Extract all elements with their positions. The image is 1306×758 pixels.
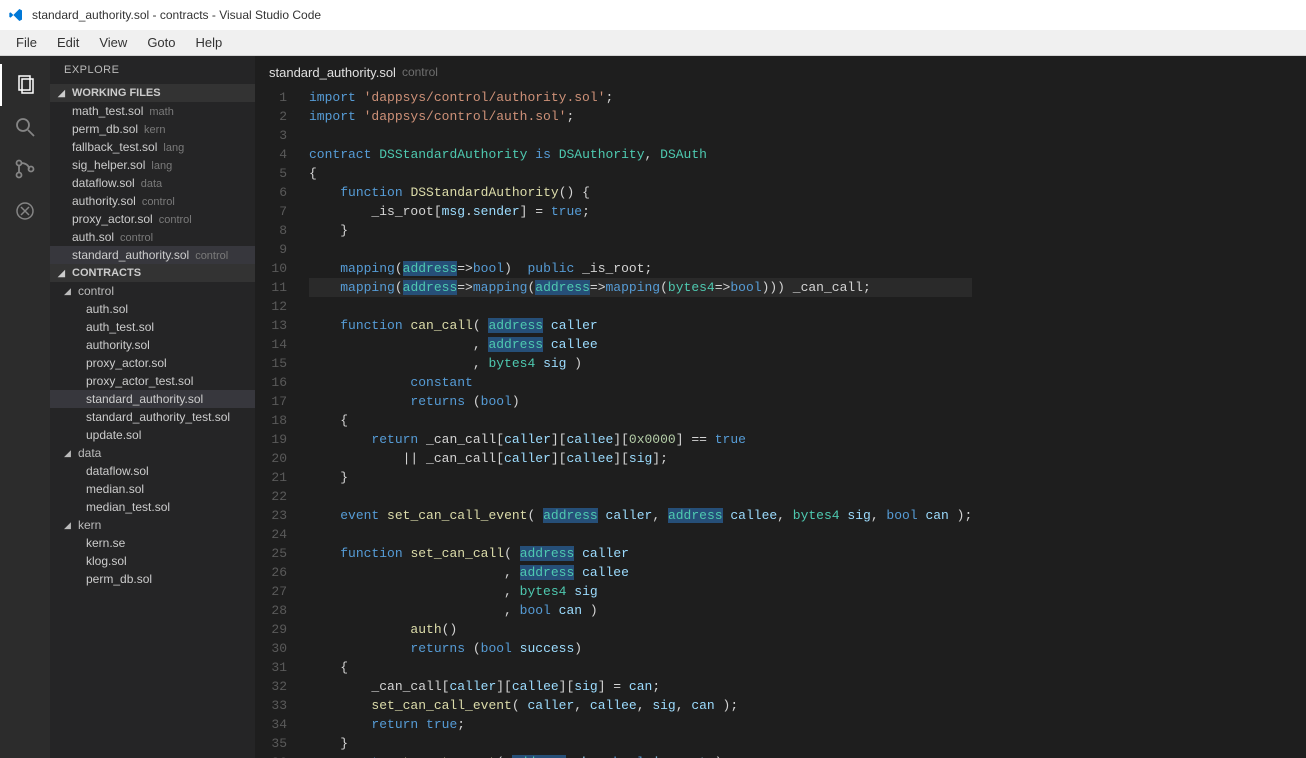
working-files-label: WORKING FILES — [72, 87, 161, 99]
file-name: kern.se — [86, 536, 125, 550]
code-content[interactable]: import 'dappsys/control/authority.sol';i… — [299, 88, 982, 758]
file-folder: control — [195, 250, 228, 262]
tree-file[interactable]: standard_authority_test.sol — [50, 408, 255, 426]
breadcrumb-folder: control — [402, 65, 438, 79]
menu-view[interactable]: View — [89, 33, 137, 52]
activity-git-icon[interactable] — [0, 148, 50, 190]
tree-file[interactable]: auth.sol — [50, 300, 255, 318]
tree-file[interactable]: median_test.sol — [50, 498, 255, 516]
activity-search-icon[interactable] — [0, 106, 50, 148]
working-file[interactable]: math_test.sol math — [50, 102, 255, 120]
file-name: perm_db.sol — [72, 122, 138, 136]
contracts-label: CONTRACTS — [72, 267, 141, 279]
chevron-down-icon: ◢ — [64, 520, 74, 531]
menu-goto[interactable]: Goto — [137, 33, 185, 52]
tree-file[interactable]: kern.se — [50, 534, 255, 552]
folder-name: data — [78, 446, 101, 460]
file-name: standard_authority_test.sol — [86, 410, 230, 424]
file-name: proxy_actor_test.sol — [86, 374, 193, 388]
working-file[interactable]: perm_db.sol kern — [50, 120, 255, 138]
tree-file[interactable]: median.sol — [50, 480, 255, 498]
vscode-icon — [8, 7, 24, 23]
tree-file[interactable]: proxy_actor.sol — [50, 354, 255, 372]
working-files-list: math_test.sol math perm_db.sol kern fallback… — [50, 102, 255, 264]
file-name: authority.sol — [72, 194, 136, 208]
file-folder: control — [159, 214, 192, 226]
window-title: standard_authority.sol - contracts - Vis… — [32, 8, 321, 22]
working-files-header[interactable]: ◢ WORKING FILES — [50, 84, 255, 102]
file-name: klog.sol — [86, 554, 127, 568]
breadcrumb-file: standard_authority.sol — [269, 65, 396, 80]
contracts-tree: ◢ control auth.sol auth_test.sol authority.s… — [50, 282, 255, 588]
working-file[interactable]: sig_helper.sol lang — [50, 156, 255, 174]
file-folder: data — [141, 178, 162, 190]
file-name: perm_db.sol — [86, 572, 152, 586]
file-name: authority.sol — [86, 338, 150, 352]
file-name: proxy_actor.sol — [72, 212, 153, 226]
working-file[interactable]: fallback_test.sol lang — [50, 138, 255, 156]
file-folder: lang — [151, 160, 172, 172]
sidebar-panel-title: EXPLORE — [50, 56, 255, 84]
activity-bar — [0, 56, 50, 758]
file-name: standard_authority.sol — [72, 248, 189, 262]
file-folder: control — [120, 232, 153, 244]
chevron-down-icon: ◢ — [58, 88, 68, 99]
code-editor[interactable]: 1234567891011121314151617181920212223242… — [255, 88, 1306, 758]
line-gutter: 1234567891011121314151617181920212223242… — [255, 88, 299, 758]
file-name: median_test.sol — [86, 500, 170, 514]
working-file[interactable]: authority.sol control — [50, 192, 255, 210]
file-folder: lang — [163, 142, 184, 154]
menu-bar: FileEditViewGotoHelp — [0, 30, 1306, 56]
chevron-down-icon: ◢ — [64, 448, 74, 459]
working-file[interactable]: standard_authority.sol control — [50, 246, 255, 264]
file-name: proxy_actor.sol — [86, 356, 167, 370]
sidebar: EXPLORE ◢ WORKING FILES math_test.solmat… — [50, 56, 255, 758]
file-name: auth_test.sol — [86, 320, 154, 334]
tree-file[interactable]: standard_authority.sol — [50, 390, 255, 408]
file-name: fallback_test.sol — [72, 140, 157, 154]
working-file[interactable]: proxy_actor.sol control — [50, 210, 255, 228]
folder-item[interactable]: ◢ data — [50, 444, 255, 462]
tree-file[interactable]: auth_test.sol — [50, 318, 255, 336]
file-name: update.sol — [86, 428, 141, 442]
menu-help[interactable]: Help — [186, 33, 233, 52]
tree-file[interactable]: klog.sol — [50, 552, 255, 570]
tree-file[interactable]: authority.sol — [50, 336, 255, 354]
menu-edit[interactable]: Edit — [47, 33, 89, 52]
tree-file[interactable]: dataflow.sol — [50, 462, 255, 480]
activity-debug-icon[interactable] — [0, 190, 50, 232]
file-name: auth.sol — [86, 302, 128, 316]
file-folder: control — [142, 196, 175, 208]
chevron-down-icon: ◢ — [64, 286, 74, 297]
tree-file[interactable]: update.sol — [50, 426, 255, 444]
file-name: standard_authority.sol — [86, 392, 203, 406]
file-name: math_test.sol — [72, 104, 143, 118]
breadcrumb: standard_authority.sol control — [255, 56, 1306, 88]
tree-file[interactable]: proxy_actor_test.sol — [50, 372, 255, 390]
folder-name: kern — [78, 518, 101, 532]
contracts-header[interactable]: ◢ CONTRACTS — [50, 264, 255, 282]
file-name: dataflow.sol — [72, 176, 135, 190]
working-file[interactable]: auth.sol control — [50, 228, 255, 246]
file-folder: kern — [144, 124, 165, 136]
working-file[interactable]: dataflow.sol data — [50, 174, 255, 192]
tree-file[interactable]: perm_db.sol — [50, 570, 255, 588]
title-bar: standard_authority.sol - contracts - Vis… — [0, 0, 1306, 30]
file-name: dataflow.sol — [86, 464, 149, 478]
folder-item[interactable]: ◢ kern — [50, 516, 255, 534]
file-name: sig_helper.sol — [72, 158, 145, 172]
folder-name: control — [78, 284, 114, 298]
chevron-down-icon: ◢ — [58, 268, 68, 279]
file-folder: math — [149, 106, 173, 118]
file-name: auth.sol — [72, 230, 114, 244]
editor: standard_authority.sol control 123456789… — [255, 56, 1306, 758]
activity-explorer-icon[interactable] — [0, 64, 50, 106]
folder-item[interactable]: ◢ control — [50, 282, 255, 300]
menu-file[interactable]: File — [6, 33, 47, 52]
file-name: median.sol — [86, 482, 144, 496]
